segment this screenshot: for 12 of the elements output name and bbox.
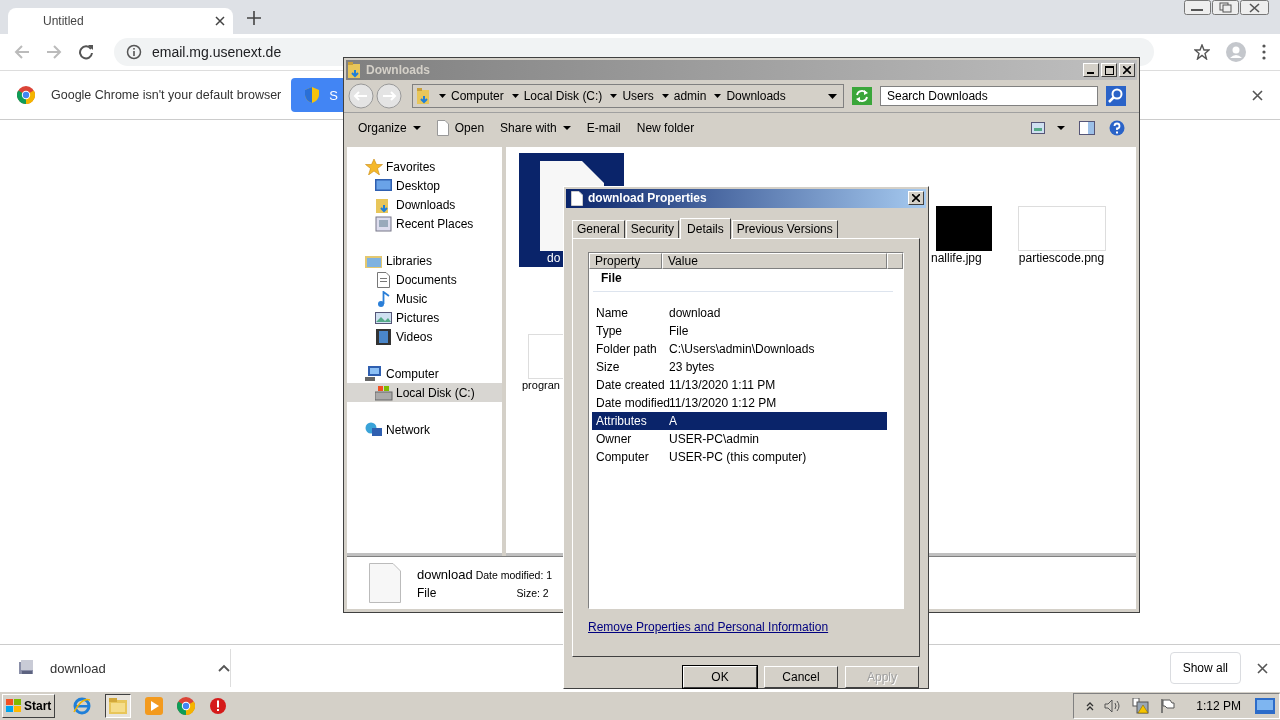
- size-label: Size: 2: [515, 586, 549, 599]
- file-name: do: [547, 251, 561, 265]
- section-heading: File: [600, 269, 623, 287]
- file-name: partiescode.png: [1018, 251, 1105, 265]
- file-name: progran: [522, 379, 560, 391]
- default-browser-message: Google Chrome isn't your default browser: [51, 88, 282, 102]
- dialog-title: download Properties: [588, 191, 707, 206]
- file-type: File: [417, 585, 438, 600]
- file-name: download: [417, 566, 473, 582]
- url-text: email.mg.usenext.de: [152, 44, 282, 60]
- file-name: nallife.jpg: [931, 251, 982, 265]
- window-title: Downloads: [366, 63, 430, 77]
